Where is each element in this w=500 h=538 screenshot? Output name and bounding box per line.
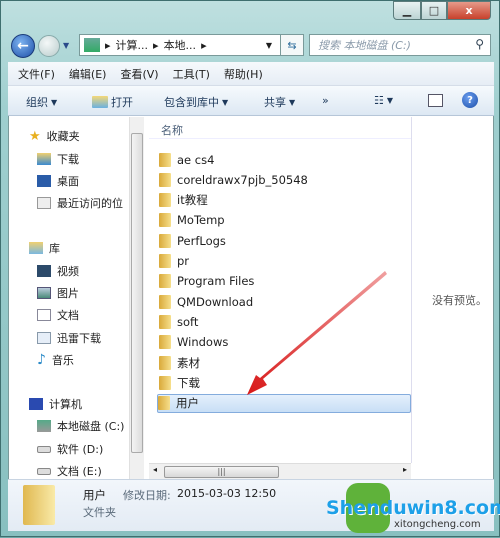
explorer-window: ▁ □ x ← ▼ ▸ 计算... ▸ 本地... ▸ ▼ ⇆ 搜索 本地磁盘 … [0,0,500,537]
arrow-shape [247,271,387,395]
red-arrow-annotation [247,271,387,395]
